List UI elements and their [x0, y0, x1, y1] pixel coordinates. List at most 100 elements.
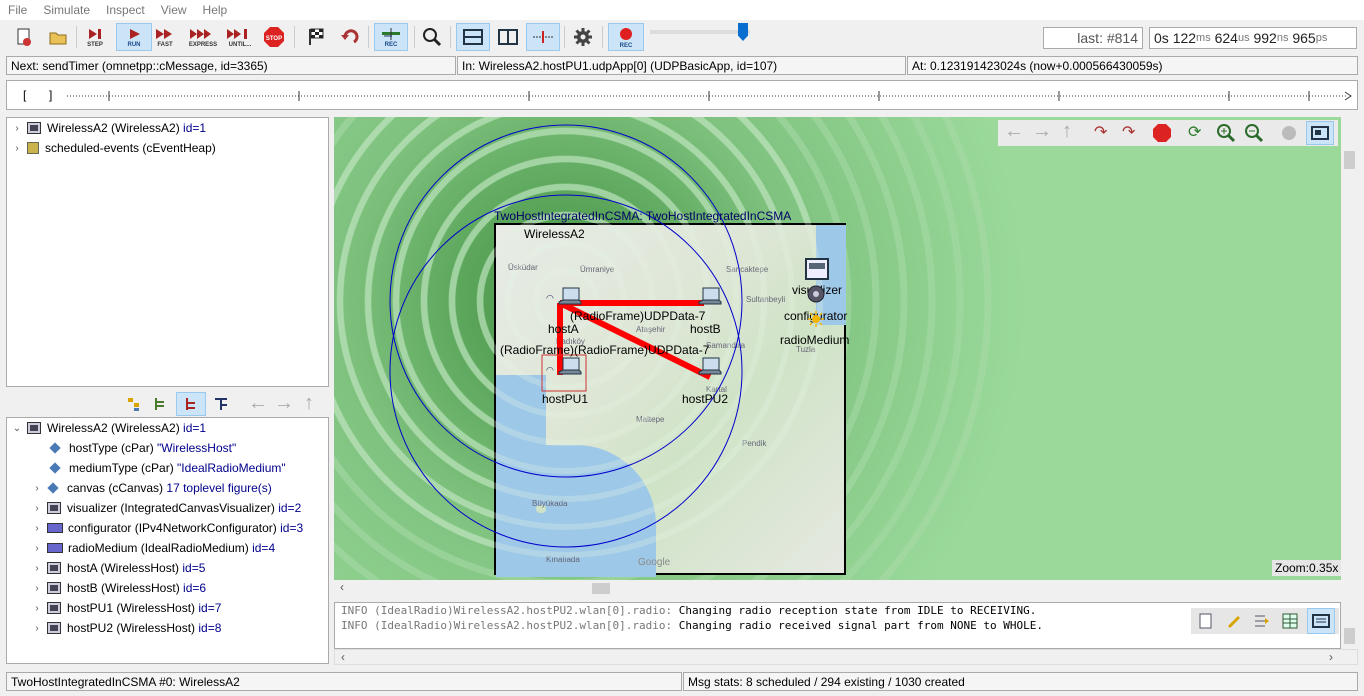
animation-speed-thumb[interactable] [738, 23, 748, 41]
child-hosta[interactable]: › hostA (WirelessHost) id=5 [31, 558, 205, 578]
animation-speed-slider[interactable] [650, 30, 750, 34]
expand-chevron-icon[interactable]: › [31, 523, 43, 534]
log-horizontal-scrollbar[interactable]: ‹ › [334, 649, 1358, 665]
rebuild-button[interactable] [338, 23, 362, 51]
flat-view-icon[interactable] [152, 396, 170, 412]
step-module-icon[interactable]: ↷ [1094, 122, 1107, 142]
copy-icon[interactable] [1197, 612, 1215, 630]
expand-chevron-icon[interactable]: › [31, 503, 43, 514]
refresh-icon[interactable]: ⟳ [1188, 122, 1201, 142]
expand-chevron-icon[interactable]: › [31, 563, 43, 574]
param-mediumtype[interactable]: mediumType (cPar) "IdealRadioMedium" [45, 458, 286, 478]
canvas-vertical-scrollbar[interactable] [1341, 117, 1358, 580]
group-by-icon[interactable] [126, 396, 144, 412]
load-network-button[interactable] [46, 23, 70, 51]
collapse-chevron-icon[interactable]: ⌄ [11, 423, 23, 434]
scroll-left-icon[interactable]: ‹ [340, 580, 344, 594]
inspector-root[interactable]: ⌄ WirelessA2 (WirelessA2) id=1 [11, 418, 206, 438]
log-panel[interactable]: INFO (IdealRadio)WirelessA2.hostPU2.wlan… [334, 602, 1341, 649]
record-events-button[interactable]: REC [374, 23, 408, 51]
log-mode-button[interactable] [1307, 608, 1335, 634]
tree-item-label: WirelessA2 (WirelessA2) [47, 121, 180, 135]
fast-button[interactable]: FAST [152, 23, 178, 51]
children-mode-button[interactable] [176, 392, 206, 416]
zoom-out-icon[interactable] [1244, 123, 1264, 143]
child-radiomedium[interactable]: › radioMedium (IdealRadioMedium) id=4 [31, 538, 275, 558]
layout-vertical-button[interactable] [494, 23, 522, 51]
expand-chevron-icon[interactable]: › [31, 603, 43, 614]
children-view-icon [186, 398, 195, 410]
finish-button[interactable] [304, 23, 328, 51]
messages-icon[interactable] [1281, 612, 1299, 630]
new-run-button[interactable] [12, 23, 36, 51]
step-button[interactable]: STEP [82, 23, 108, 51]
hostb-laptop-icon[interactable] [698, 287, 722, 307]
child-hostpu2[interactable]: › hostPU2 (WirelessHost) id=8 [31, 618, 221, 638]
visualizer-icon[interactable] [804, 257, 830, 281]
menu-view[interactable]: View [153, 3, 195, 17]
scroll-thumb[interactable] [1344, 151, 1355, 169]
up-arrow-icon[interactable]: ↑ [304, 392, 314, 415]
layer-toggle-button[interactable] [1306, 121, 1334, 145]
forward-arrow-icon[interactable]: → [274, 392, 294, 415]
canvas-horizontal-scrollbar[interactable]: ‹ [334, 580, 1358, 597]
time-ns-value: 992 [1253, 30, 1277, 46]
param-hosttype[interactable]: hostType (cPar) "WirelessHost" [45, 438, 236, 458]
timeline-toggle-button[interactable] [526, 23, 560, 51]
menu-help[interactable]: Help [195, 3, 236, 17]
child-visualizer[interactable]: › visualizer (IntegratedCanvasVisualizer… [31, 498, 301, 518]
inheritance-view-icon[interactable] [212, 396, 230, 412]
stop-icon[interactable] [1152, 123, 1172, 143]
configurator-gear-icon[interactable] [804, 283, 828, 305]
param-value: "IdealRadioMedium" [177, 461, 286, 475]
timeline-icon [533, 31, 553, 43]
child-canvas[interactable]: › canvas (cCanvas) 17 toplevel figure(s) [31, 478, 271, 498]
scroll-thumb[interactable] [592, 583, 610, 594]
animation-toggle-icon[interactable] [1280, 124, 1298, 142]
run-module-icon[interactable]: ↷ [1122, 122, 1135, 142]
network-title: TwoHostIntegratedInCSMA: TwoHostIntegrat… [494, 209, 792, 223]
back-arrow-icon[interactable]: ← [248, 392, 268, 415]
find-icon[interactable] [1253, 612, 1271, 630]
find-button[interactable] [420, 23, 444, 51]
menu-simulate[interactable]: Simulate [35, 3, 98, 17]
expand-chevron-icon[interactable]: › [31, 623, 43, 634]
folder-icon [49, 32, 67, 45]
forward-arrow-icon[interactable]: → [1032, 120, 1052, 143]
child-configurator[interactable]: › configurator (IPv4NetworkConfigurator)… [31, 518, 303, 538]
tree-item-wirelessa2[interactable]: › WirelessA2 (WirelessA2) id=1 [11, 118, 206, 138]
zoom-in-icon[interactable] [1216, 123, 1236, 143]
hosta-laptop-icon[interactable] [558, 287, 582, 307]
filter-icon[interactable] [1225, 612, 1243, 630]
expand-chevron-icon[interactable]: › [31, 543, 43, 554]
scroll-left-icon[interactable]: ‹ [341, 650, 345, 664]
sim-time-status: At: 0.123191423024s (now+0.000566430059s… [907, 56, 1358, 75]
scroll-thumb[interactable] [1344, 628, 1355, 644]
settings-button[interactable] [570, 23, 596, 51]
express-button[interactable]: EXPRESS [186, 23, 220, 51]
expand-chevron-icon[interactable]: › [31, 583, 43, 594]
tree-item-id: id=1 [183, 121, 207, 135]
network-canvas[interactable]: Üsküdar Ümraniye Kadıköy Ataşehir Maltep… [334, 117, 1341, 580]
log-vertical-scrollbar[interactable] [1341, 602, 1358, 649]
menu-file[interactable]: File [0, 3, 35, 17]
until-button[interactable]: UNTIL... [224, 23, 256, 51]
scroll-right-icon[interactable]: › [1329, 650, 1333, 664]
hostpu1-laptop-icon[interactable] [558, 357, 582, 377]
child-hostpu1[interactable]: › hostPU1 (WirelessHost) id=7 [31, 598, 221, 618]
record-video-button[interactable]: REC [608, 23, 644, 51]
timeline[interactable]: [ ] [6, 80, 1358, 110]
child-hostb[interactable]: › hostB (WirelessHost) id=6 [31, 578, 206, 598]
run-button[interactable]: RUN [116, 23, 152, 51]
back-arrow-icon[interactable]: ← [1004, 120, 1024, 143]
up-arrow-icon[interactable]: ↑ [1062, 120, 1072, 143]
layout-horizontal-button[interactable] [456, 23, 490, 51]
expand-chevron-icon[interactable]: › [11, 123, 23, 134]
expand-chevron-icon[interactable]: › [11, 143, 23, 154]
menu-inspect[interactable]: Inspect [98, 3, 153, 17]
stop-button[interactable]: STOP [262, 23, 286, 51]
expand-chevron-icon[interactable]: › [31, 483, 43, 494]
tree-item-scheduled-events[interactable]: › scheduled-events (cEventHeap) [11, 138, 215, 158]
radiomedium-sun-icon[interactable] [808, 311, 824, 327]
hostpu2-laptop-icon[interactable] [698, 357, 722, 377]
